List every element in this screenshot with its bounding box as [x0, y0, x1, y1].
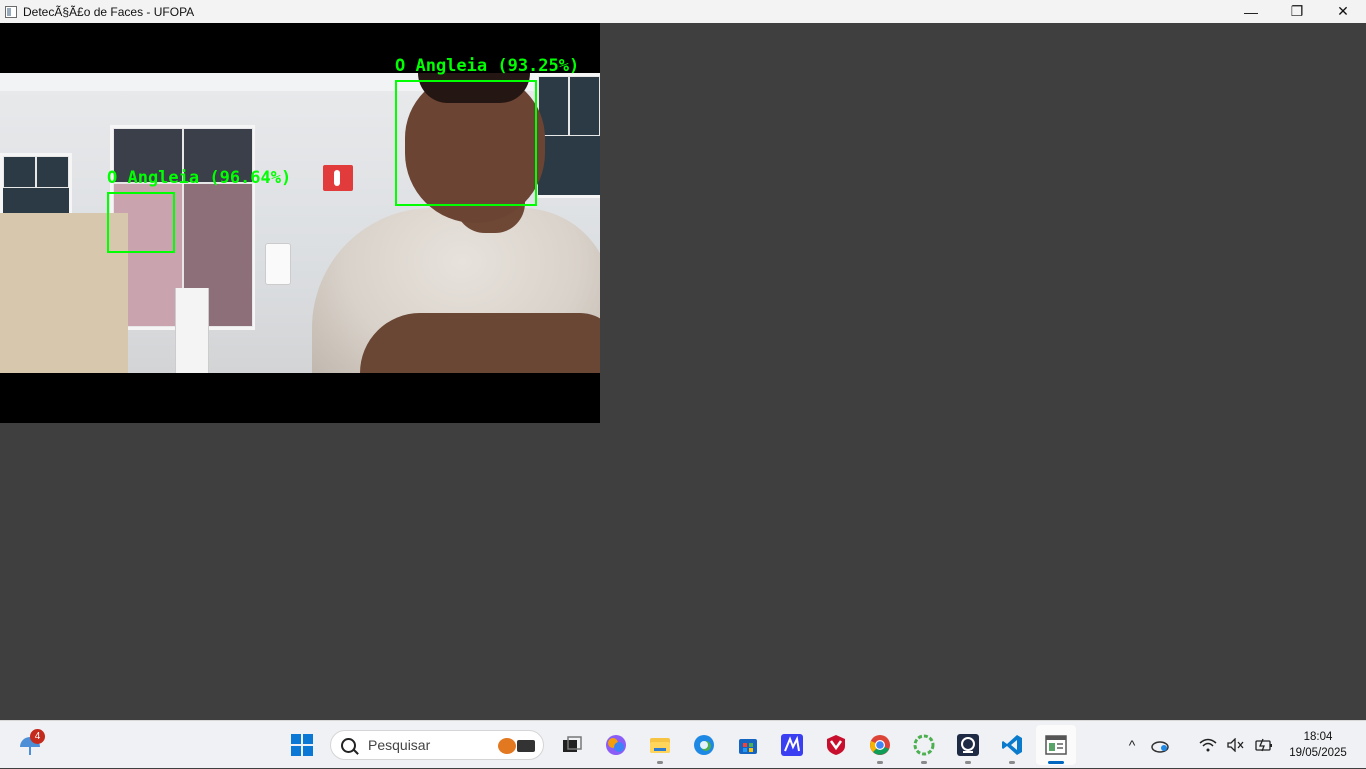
- camera-frame: O Angleia (93.25%) O Angleia (96.64%): [0, 23, 600, 423]
- weather-widget[interactable]: 4: [16, 729, 48, 761]
- app-ring-button[interactable]: [904, 725, 944, 765]
- app-icon: [5, 5, 17, 18]
- running-indicator: [877, 761, 883, 764]
- taskbar-center: Pesquisar: [280, 721, 1078, 769]
- app-m-button[interactable]: [772, 725, 812, 765]
- app-m-icon: [781, 734, 803, 756]
- fire-extinguisher-sign: [323, 165, 353, 191]
- notification-badge: 4: [30, 729, 45, 744]
- running-indicator: [1048, 761, 1064, 764]
- title-bar: DetecÃ§Ã£o de Faces - UFOPA — ❐ ✕: [0, 0, 1366, 23]
- detection-label-2: O Angleia (96.64%): [107, 168, 292, 188]
- mcafee-button[interactable]: [816, 725, 856, 765]
- chrome-button[interactable]: [860, 725, 900, 765]
- running-indicator: [965, 761, 971, 764]
- minimize-button[interactable]: —: [1228, 0, 1274, 23]
- vscode-icon: [1002, 735, 1022, 755]
- system-tray: ^ 18:04 19/05/2025: [1118, 721, 1366, 769]
- volume-muted-icon[interactable]: [1222, 731, 1250, 759]
- detection-box-1: [395, 80, 537, 206]
- ring-icon: [913, 734, 935, 756]
- active-window-button[interactable]: [1036, 725, 1076, 765]
- running-indicator: [921, 761, 927, 764]
- taskbar: 4 Pesquisar ^ 18:04 19/05/2025: [0, 720, 1366, 768]
- person-arms: [360, 313, 600, 373]
- close-button[interactable]: ✕: [1320, 0, 1366, 23]
- search-input[interactable]: Pesquisar: [330, 730, 544, 760]
- edge-icon: [694, 735, 714, 755]
- onedrive-icon[interactable]: [1146, 731, 1174, 759]
- windows-icon: [291, 734, 313, 756]
- search-highlight-icon: [498, 738, 535, 754]
- start-button[interactable]: [282, 725, 322, 765]
- vscode-button[interactable]: [992, 725, 1032, 765]
- copilot-icon: [606, 735, 626, 755]
- task-view-icon: [563, 736, 582, 752]
- store-button[interactable]: [728, 725, 768, 765]
- search-placeholder: Pesquisar: [368, 737, 431, 753]
- clock[interactable]: 18:04 19/05/2025: [1278, 729, 1358, 761]
- window-controls: — ❐ ✕: [1228, 0, 1366, 23]
- mcafee-shield-icon: [827, 735, 845, 755]
- store-icon: [739, 739, 757, 754]
- task-view-button[interactable]: [552, 725, 592, 765]
- soap-dispenser: [265, 243, 291, 285]
- webcam-icon: [957, 734, 979, 756]
- detection-label-1: O Angleia (93.25%): [395, 56, 580, 76]
- chrome-icon: [870, 735, 890, 755]
- copilot-button[interactable]: [596, 725, 636, 765]
- chevron-up-icon[interactable]: ^: [1118, 731, 1146, 759]
- running-indicator: [657, 761, 663, 764]
- search-icon: [341, 737, 356, 753]
- restore-button[interactable]: ❐: [1274, 0, 1320, 23]
- window-title: DetecÃ§Ã£o de Faces - UFOPA: [23, 4, 195, 19]
- file-explorer-button[interactable]: [640, 725, 680, 765]
- wifi-icon[interactable]: [1194, 731, 1222, 759]
- battery-charging-icon[interactable]: [1250, 731, 1278, 759]
- detection-box-2: [107, 192, 175, 253]
- webcam-app-button[interactable]: [948, 725, 988, 765]
- folder-icon: [650, 738, 670, 753]
- pipe: [175, 288, 209, 373]
- umbrella-icon-stick: [29, 746, 31, 755]
- edge-button[interactable]: [684, 725, 724, 765]
- window-app-icon: [1045, 735, 1067, 755]
- clock-time: 18:04: [1303, 731, 1333, 743]
- running-indicator: [1009, 761, 1015, 764]
- clock-date: 19/05/2025: [1289, 747, 1347, 759]
